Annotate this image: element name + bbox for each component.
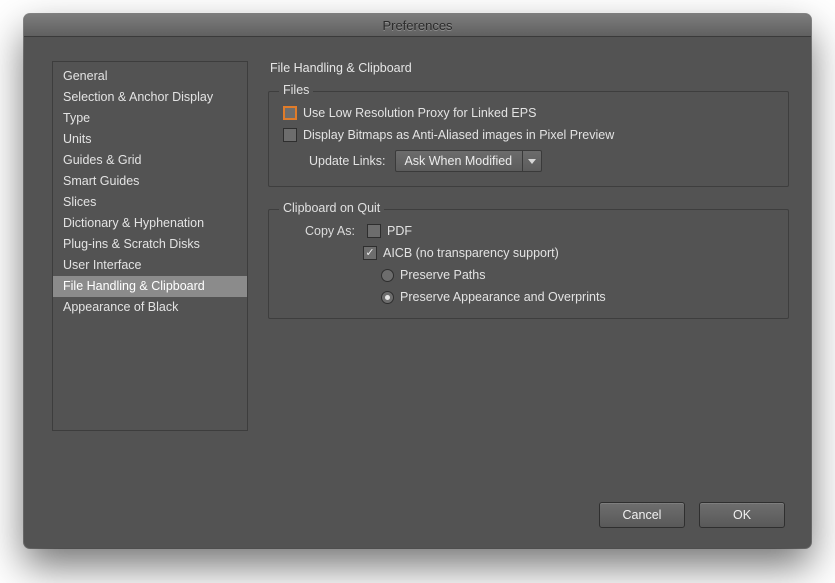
sidebar-item-plugins-scratch[interactable]: Plug-ins & Scratch Disks — [53, 234, 247, 255]
preserve-paths-radio[interactable] — [381, 269, 394, 282]
main-panel: File Handling & Clipboard Files Use Low … — [268, 61, 789, 490]
sidebar-item-label: Type — [63, 111, 90, 125]
dropdown-toggle[interactable] — [522, 151, 541, 171]
window-titlebar: Preferences — [24, 14, 811, 37]
preserve-appearance-label: Preserve Appearance and Overprints — [400, 290, 606, 304]
sidebar-item-label: User Interface — [63, 258, 142, 272]
sidebar-item-user-interface[interactable]: User Interface — [53, 255, 247, 276]
sidebar-item-selection-anchor[interactable]: Selection & Anchor Display — [53, 87, 247, 108]
sidebar-item-label: Units — [63, 132, 91, 146]
sidebar-item-slices[interactable]: Slices — [53, 192, 247, 213]
clipboard-group: Clipboard on Quit Copy As: PDF AICB (no … — [268, 209, 789, 319]
files-group-legend: Files — [279, 83, 313, 97]
display-bitmaps-checkbox[interactable] — [283, 128, 297, 142]
update-links-label: Update Links: — [309, 154, 385, 168]
sidebar-item-units[interactable]: Units — [53, 129, 247, 150]
update-links-value: Ask When Modified — [404, 154, 522, 168]
preserve-paths-label: Preserve Paths — [400, 268, 485, 282]
sidebar-item-label: Plug-ins & Scratch Disks — [63, 237, 200, 251]
sidebar-item-type[interactable]: Type — [53, 108, 247, 129]
clipboard-group-legend: Clipboard on Quit — [279, 201, 384, 215]
category-sidebar: General Selection & Anchor Display Type … — [52, 61, 248, 431]
sidebar-item-label: Appearance of Black — [63, 300, 178, 314]
sidebar-item-general[interactable]: General — [53, 66, 247, 87]
pdf-checkbox[interactable] — [367, 224, 381, 238]
preserve-appearance-radio[interactable] — [381, 291, 394, 304]
pdf-label: PDF — [387, 224, 412, 238]
sidebar-item-dictionary-hyphenation[interactable]: Dictionary & Hyphenation — [53, 213, 247, 234]
sidebar-item-label: Guides & Grid — [63, 153, 142, 167]
update-links-dropdown[interactable]: Ask When Modified — [395, 150, 542, 172]
cancel-button[interactable]: Cancel — [599, 502, 685, 528]
ok-button-label: OK — [733, 508, 751, 522]
ok-button[interactable]: OK — [699, 502, 785, 528]
window-title: Preferences — [382, 18, 452, 33]
sidebar-item-label: File Handling & Clipboard — [63, 279, 205, 293]
preferences-window: Preferences General Selection & Anchor D… — [24, 14, 811, 548]
sidebar-item-appearance-black[interactable]: Appearance of Black — [53, 297, 247, 318]
dialog-footer: Cancel OK — [24, 502, 811, 548]
aicb-checkbox[interactable] — [363, 246, 377, 260]
low-res-proxy-label: Use Low Resolution Proxy for Linked EPS — [303, 106, 536, 120]
copy-as-label: Copy As: — [283, 224, 355, 238]
sidebar-item-guides-grid[interactable]: Guides & Grid — [53, 150, 247, 171]
sidebar-item-label: General — [63, 69, 107, 83]
sidebar-item-label: Dictionary & Hyphenation — [63, 216, 204, 230]
sidebar-item-label: Slices — [63, 195, 96, 209]
aicb-label: AICB (no transparency support) — [383, 246, 559, 260]
files-group: Files Use Low Resolution Proxy for Linke… — [268, 91, 789, 187]
page-title: File Handling & Clipboard — [270, 61, 789, 75]
sidebar-item-label: Selection & Anchor Display — [63, 90, 213, 104]
sidebar-item-smart-guides[interactable]: Smart Guides — [53, 171, 247, 192]
low-res-proxy-checkbox[interactable] — [283, 106, 297, 120]
chevron-down-icon — [528, 159, 536, 164]
display-bitmaps-label: Display Bitmaps as Anti-Aliased images i… — [303, 128, 614, 142]
cancel-button-label: Cancel — [623, 508, 662, 522]
sidebar-item-file-handling-clipboard[interactable]: File Handling & Clipboard — [53, 276, 247, 297]
sidebar-item-label: Smart Guides — [63, 174, 139, 188]
